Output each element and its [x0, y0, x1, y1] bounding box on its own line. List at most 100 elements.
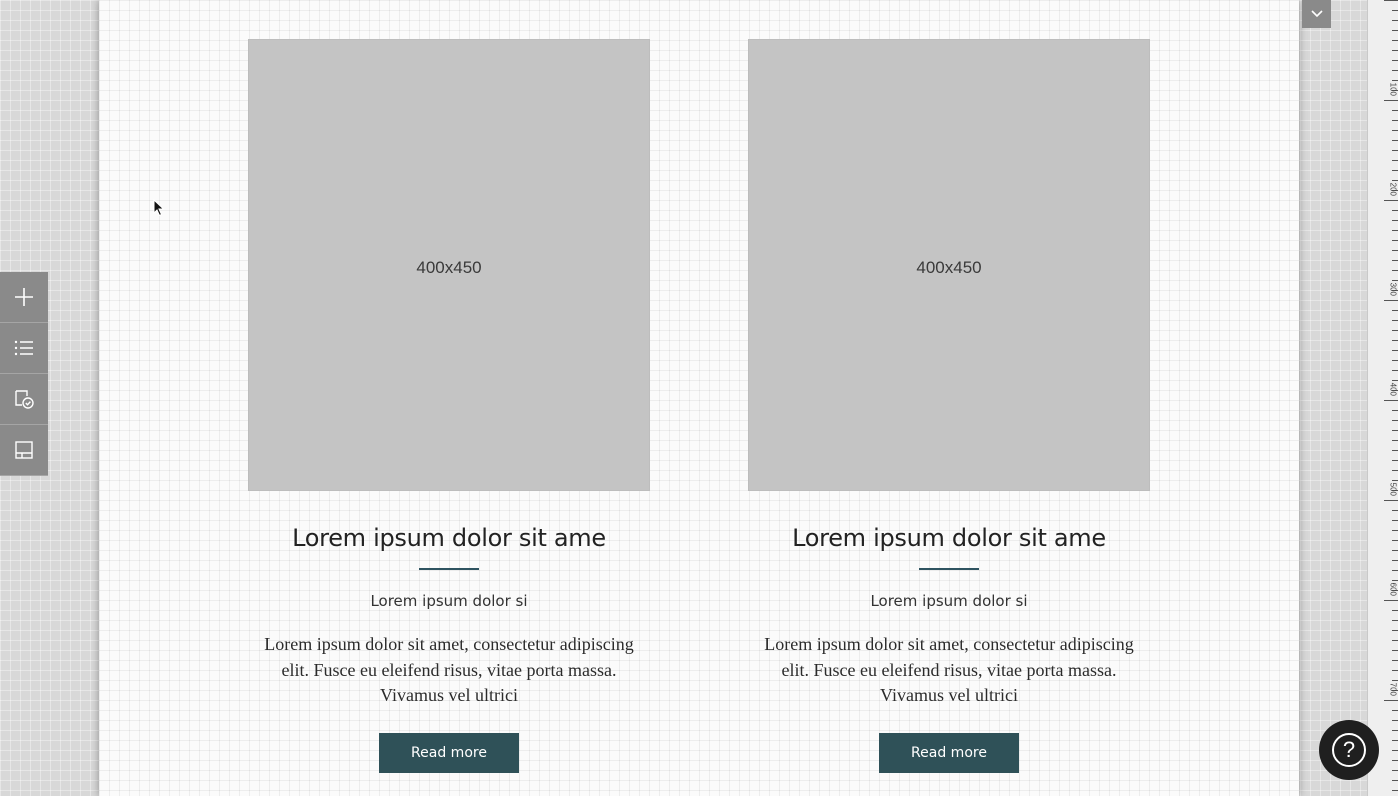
layers-button[interactable]	[0, 323, 48, 374]
card-subtitle: Lorem ipsum dolor si	[870, 592, 1028, 610]
ruler-tick	[1392, 350, 1398, 351]
title-divider	[419, 568, 479, 570]
ruler-tick	[1392, 20, 1398, 21]
ruler-tick	[1392, 640, 1398, 641]
ruler-tick	[1392, 680, 1398, 681]
ruler-tick	[1392, 320, 1398, 321]
ruler-tick	[1392, 150, 1398, 151]
left-toolbar	[0, 272, 48, 476]
tasks-button[interactable]	[0, 374, 48, 425]
mouse-cursor-icon	[153, 199, 165, 217]
ruler-tick	[1392, 710, 1398, 711]
ruler-tick	[1384, 500, 1398, 501]
title-divider	[919, 568, 979, 570]
ruler-tick	[1392, 340, 1398, 341]
card-2: 400x450 Lorem ipsum dolor sit ame Lorem …	[748, 39, 1150, 773]
ruler-tick	[1392, 330, 1398, 331]
ruler-tick	[1392, 650, 1398, 651]
ruler-tick	[1392, 580, 1398, 581]
ruler-tick	[1392, 370, 1398, 371]
ruler-tick	[1392, 30, 1398, 31]
image-size-label: 400x450	[416, 258, 482, 277]
ruler-tick	[1392, 230, 1398, 231]
plus-icon	[15, 288, 33, 306]
ruler-tick	[1392, 270, 1398, 271]
ruler-tick	[1392, 470, 1398, 471]
ruler-tick	[1392, 750, 1398, 751]
ruler-tick	[1392, 540, 1398, 541]
ruler-tick	[1392, 110, 1398, 111]
ruler-tick	[1392, 670, 1398, 671]
ruler-tick	[1392, 140, 1398, 141]
ruler-tick	[1392, 50, 1398, 51]
ruler-tick	[1392, 780, 1398, 781]
ruler-tick	[1392, 720, 1398, 721]
ruler-tick	[1392, 460, 1398, 461]
ruler-tick	[1392, 430, 1398, 431]
add-element-button[interactable]	[0, 272, 48, 323]
card-body: Lorem ipsum dolor sit amet, consectetur …	[764, 634, 1134, 705]
ruler-label: 100	[1388, 82, 1397, 96]
ruler-tick	[1392, 420, 1398, 421]
ruler-tick	[1392, 760, 1398, 761]
ruler-tick	[1392, 210, 1398, 211]
card-title: Lorem ipsum dolor sit ame	[792, 524, 1106, 552]
ruler-tick	[1392, 360, 1398, 361]
list-icon	[14, 340, 33, 356]
ruler-tick	[1392, 630, 1398, 631]
ruler-tick	[1392, 410, 1398, 411]
layout-icon	[15, 441, 33, 459]
ruler-tick	[1392, 520, 1398, 521]
ruler-tick	[1392, 310, 1398, 311]
ruler-label: 600	[1388, 582, 1397, 596]
ruler-tick	[1384, 600, 1398, 601]
ruler-tick	[1392, 10, 1398, 11]
chevron-down-icon	[1310, 10, 1323, 18]
ruler-tick	[1392, 560, 1398, 561]
card-body: Lorem ipsum dolor sit amet, consectetur …	[264, 634, 634, 705]
ruler-tick	[1392, 220, 1398, 221]
card-title: Lorem ipsum dolor sit ame	[292, 524, 606, 552]
ruler-label: 200	[1388, 182, 1397, 196]
ruler-tick	[1392, 610, 1398, 611]
read-more-button[interactable]: Read more	[879, 732, 1019, 773]
ruler-tick	[1392, 130, 1398, 131]
checklist-icon	[15, 390, 34, 409]
ruler-label: 300	[1388, 282, 1397, 296]
ruler-label: 500	[1388, 482, 1397, 496]
ruler-tick	[1392, 730, 1398, 731]
ruler-tick	[1392, 620, 1398, 621]
read-more-button[interactable]: Read more	[379, 732, 519, 773]
card-1: 400x450 Lorem ipsum dolor sit ame Lorem …	[248, 39, 650, 773]
ruler-tick	[1384, 200, 1398, 201]
ruler-tick	[1384, 0, 1398, 1]
ruler-tick	[1384, 400, 1398, 401]
ruler-tick	[1392, 80, 1398, 81]
image-size-label: 400x450	[916, 258, 982, 277]
ruler-tick	[1384, 100, 1398, 101]
image-placeholder[interactable]: 400x450	[748, 39, 1150, 491]
help-button[interactable]: ?	[1319, 720, 1379, 780]
ruler-tick	[1392, 770, 1398, 771]
ruler-tick	[1392, 440, 1398, 441]
ruler-tick	[1392, 70, 1398, 71]
ruler-tick	[1392, 180, 1398, 181]
ruler-tick	[1392, 170, 1398, 171]
ruler-tick	[1392, 660, 1398, 661]
ruler-tick	[1392, 480, 1398, 481]
page-canvas[interactable]: 400x450 Lorem ipsum dolor sit ame Lorem …	[99, 0, 1299, 796]
ruler-tick	[1392, 550, 1398, 551]
ruler-tick	[1392, 120, 1398, 121]
ruler-label: 400	[1388, 382, 1397, 396]
ruler-tick	[1392, 260, 1398, 261]
vertical-ruler: 100 200 300 400 500 600 700	[1367, 0, 1398, 796]
layout-button[interactable]	[0, 425, 48, 476]
ruler-tick	[1392, 250, 1398, 251]
ruler-label: 700	[1388, 682, 1397, 696]
collapse-panel-button[interactable]	[1302, 0, 1331, 28]
image-placeholder[interactable]: 400x450	[248, 39, 650, 491]
ruler-tick	[1384, 300, 1398, 301]
ruler-tick	[1392, 790, 1398, 791]
ruler-tick	[1392, 380, 1398, 381]
ruler-tick	[1392, 510, 1398, 511]
